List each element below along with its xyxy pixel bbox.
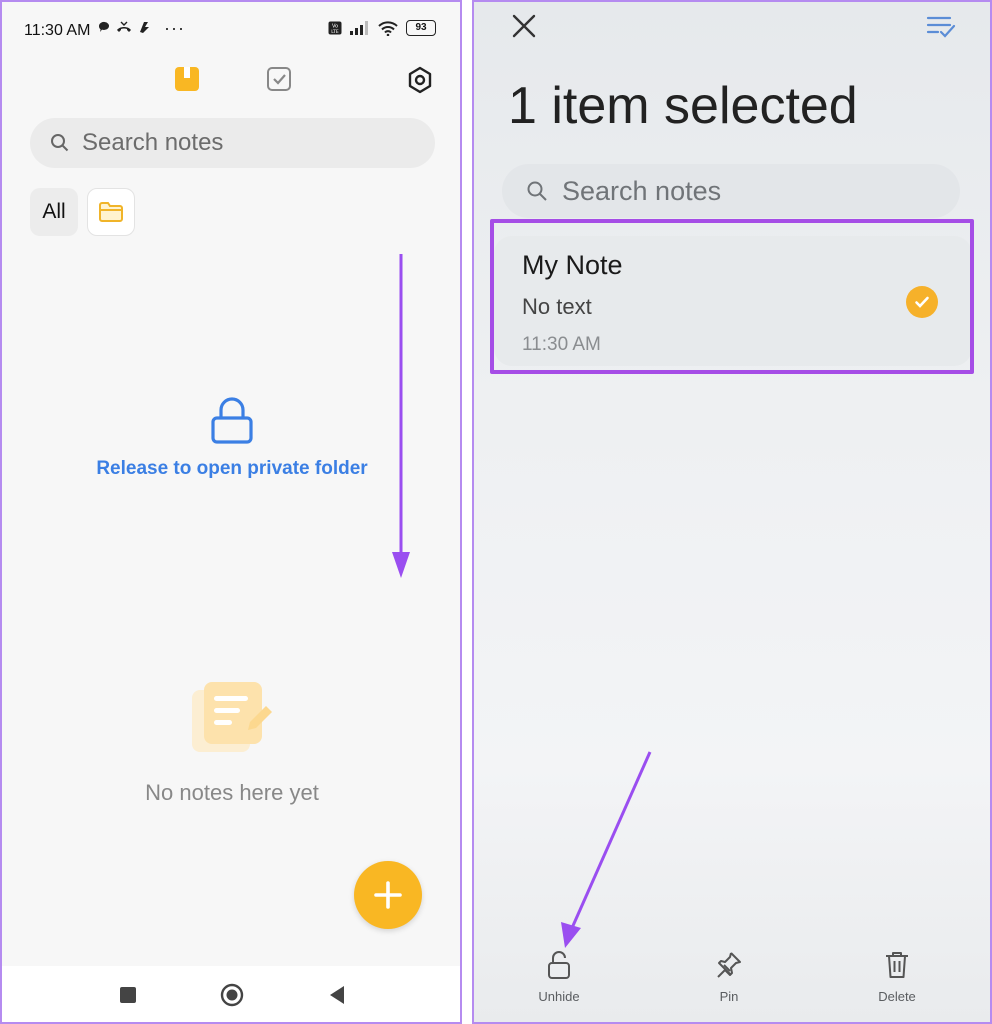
add-note-button[interactable] bbox=[354, 861, 422, 929]
search-placeholder: Search notes bbox=[562, 175, 722, 206]
search-icon bbox=[527, 181, 547, 201]
pin-button[interactable]: Pin bbox=[684, 950, 774, 1004]
app-notification-icon bbox=[140, 22, 149, 33]
empty-state-message: No notes here yet bbox=[145, 780, 319, 805]
selection-highlight-box bbox=[490, 219, 974, 374]
tasks-icon[interactable] bbox=[266, 66, 292, 97]
delete-label: Delete bbox=[878, 989, 916, 1004]
search-icon bbox=[51, 134, 69, 152]
lock-icon bbox=[208, 396, 256, 451]
select-all-icon[interactable] bbox=[926, 14, 956, 45]
recents-icon[interactable] bbox=[119, 986, 137, 1009]
svg-text:Vo: Vo bbox=[332, 24, 338, 30]
svg-text:LTE: LTE bbox=[331, 29, 339, 35]
filter-all-chip[interactable]: All bbox=[30, 188, 78, 236]
pin-icon bbox=[717, 952, 741, 978]
private-folder-message: Release to open private folder bbox=[96, 458, 368, 479]
missed-call-icon bbox=[117, 21, 131, 32]
more-notifications-icon: ··· bbox=[164, 18, 185, 38]
selection-count-title: 1 item selected bbox=[508, 77, 858, 135]
battery-indicator: 93 bbox=[406, 20, 436, 36]
system-nav-bar bbox=[2, 966, 460, 1022]
notes-icon[interactable] bbox=[174, 66, 200, 97]
bottom-action-bar: Unhide Pin Delete bbox=[474, 950, 990, 1010]
home-icon[interactable] bbox=[220, 983, 244, 1012]
unlock-icon bbox=[548, 951, 570, 979]
plus-icon bbox=[374, 881, 402, 909]
empty-notes-icon bbox=[188, 678, 278, 763]
settings-icon[interactable] bbox=[406, 66, 434, 99]
wifi-icon bbox=[378, 20, 398, 36]
back-icon[interactable] bbox=[328, 985, 346, 1010]
search-input[interactable]: Search notes bbox=[30, 118, 435, 168]
unhide-label: Unhide bbox=[538, 989, 580, 1004]
close-icon[interactable] bbox=[510, 12, 538, 45]
chat-bubble-icon bbox=[98, 21, 109, 32]
right-phone-screen: 1 item selected Search notes My Note No … bbox=[472, 0, 992, 1024]
search-input[interactable]: Search notes bbox=[502, 164, 960, 218]
notification-icons bbox=[98, 20, 152, 34]
status-bar: 11:30 AM ··· Vo LTE 93 bbox=[2, 2, 460, 58]
pin-label: Pin bbox=[719, 989, 739, 1004]
system-icons: Vo LTE 93 bbox=[328, 20, 436, 36]
search-placeholder: Search notes bbox=[82, 129, 224, 156]
status-time: 11:30 AM bbox=[24, 22, 91, 39]
left-phone-screen: 11:30 AM ··· VoLTE 93 Search notes All bbox=[0, 0, 462, 1024]
top-toolbar bbox=[2, 62, 460, 102]
signal-icon bbox=[350, 21, 368, 35]
unhide-button[interactable]: Unhide bbox=[514, 950, 604, 1004]
folder-filter-chip[interactable] bbox=[87, 188, 135, 236]
folder-icon bbox=[99, 202, 123, 222]
trash-icon bbox=[886, 952, 908, 978]
volte-icon: VoLTE bbox=[328, 21, 342, 35]
delete-button[interactable]: Delete bbox=[852, 950, 942, 1004]
